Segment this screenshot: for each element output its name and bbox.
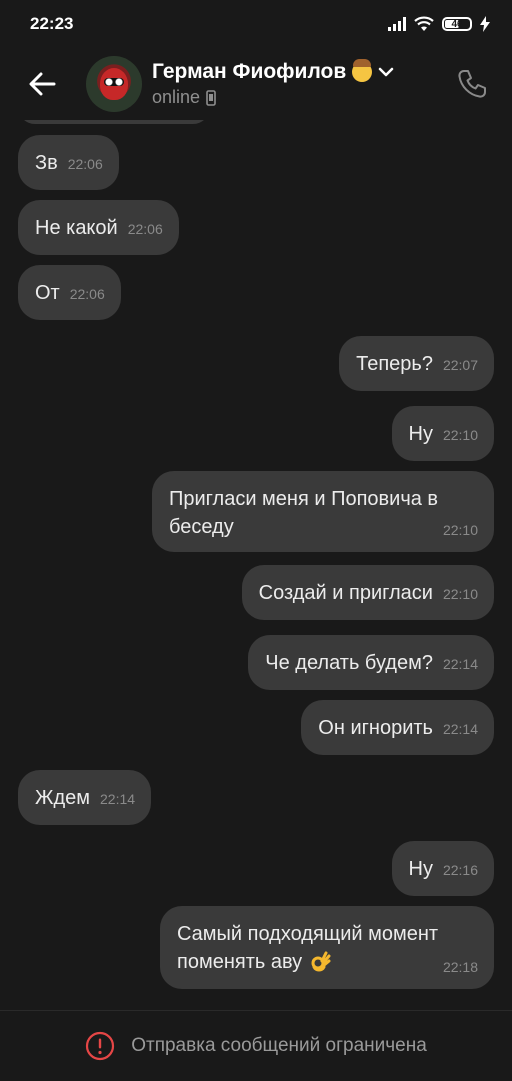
avatar[interactable] — [86, 56, 142, 112]
message-text: Не какой — [35, 217, 118, 239]
ok-hand-emoji-icon — [311, 951, 331, 972]
message-time: 22:07 — [442, 357, 478, 373]
message-time: 22:18 — [442, 959, 478, 975]
message-time: 22:10 — [442, 522, 478, 538]
cowboy-emoji-icon — [352, 59, 373, 82]
message-text: Ждем — [35, 787, 91, 809]
message-list[interactable]: Зв 22:06 Не какой 22:06 От 22:06 Теперь? 22:… — [0, 120, 512, 1010]
message-bubble-incoming[interactable]: Зв 22:06 — [18, 135, 119, 190]
message-text: Теперь? — [356, 353, 433, 375]
message-time: 22:10 — [442, 427, 478, 443]
battery-icon: 46 — [442, 17, 472, 31]
contact-status: online — [152, 87, 201, 107]
message-time: 22:14 — [442, 656, 478, 672]
contact-name: Герман Фиофилов — [152, 60, 347, 83]
message-bubble-incoming[interactable]: От 22:06 — [18, 265, 121, 320]
status-icons: 46 — [388, 16, 490, 32]
mobile-icon — [206, 89, 216, 106]
message-bubble-outgoing[interactable]: Ну 22:10 — [391, 406, 494, 461]
message-time: 22:14 — [100, 791, 136, 807]
message-text: Ну — [408, 858, 433, 880]
message-bubble-outgoing[interactable]: Ну 22:16 — [391, 841, 494, 896]
chat-header: Герман Фиофилов online — [0, 48, 512, 120]
restriction-bar: Отправка сообщений ограничена — [0, 1010, 512, 1081]
message-bubble-incoming[interactable]: Не какой 22:06 — [18, 200, 179, 255]
message-text: Создай и пригласи — [258, 582, 433, 604]
message-text: Зв — [35, 152, 58, 174]
message-bubble-outgoing[interactable]: Че делать будем? 22:14 — [248, 635, 494, 690]
message-text: От — [35, 282, 60, 304]
message-bubble-outgoing[interactable]: Теперь? 22:07 — [339, 336, 494, 391]
signal-icon — [388, 17, 406, 31]
restriction-text: Отправка сообщений ограничена — [131, 1035, 427, 1056]
message-time: 22:06 — [69, 286, 105, 302]
charging-icon — [480, 16, 490, 32]
wifi-icon — [414, 16, 434, 31]
message-text: Пригласи меня и Поповича в беседу — [169, 488, 439, 538]
status-bar: 22:23 46 — [0, 0, 512, 48]
message-text: Че делать будем? — [265, 652, 433, 674]
message-text: Он игнорить — [318, 717, 433, 739]
exclamation-circle-icon — [86, 1031, 115, 1061]
call-button[interactable] — [452, 64, 492, 104]
status-time: 22:23 — [30, 14, 74, 33]
battery-level: 46 — [451, 18, 463, 30]
message-text: Самый подходящий момент поменять аву — [177, 923, 439, 973]
message-bubble-outgoing[interactable]: Самый подходящий момент поменять аву 22:… — [160, 906, 494, 989]
back-button[interactable] — [22, 64, 62, 104]
message-bubble-outgoing[interactable]: Создай и пригласи 22:10 — [241, 565, 494, 620]
message-time: 22:10 — [442, 586, 478, 602]
message-time: 22:14 — [442, 721, 478, 737]
arrow-left-icon — [29, 72, 56, 96]
contact-info[interactable]: Герман Фиофилов online — [152, 59, 394, 108]
message-bubble-outgoing[interactable]: Он игнорить 22:14 — [301, 700, 494, 755]
message-text: Ну — [408, 423, 433, 445]
chevron-down-icon[interactable] — [378, 67, 394, 77]
message-bubble-partial — [18, 120, 210, 124]
message-bubble-outgoing[interactable]: Пригласи меня и Поповича в беседу 22:10 — [152, 471, 494, 552]
message-time: 22:06 — [67, 156, 103, 172]
message-time: 22:06 — [127, 221, 163, 237]
message-time: 22:16 — [442, 862, 478, 878]
message-bubble-incoming[interactable]: Ждем 22:14 — [18, 770, 152, 825]
phone-icon — [458, 70, 486, 98]
